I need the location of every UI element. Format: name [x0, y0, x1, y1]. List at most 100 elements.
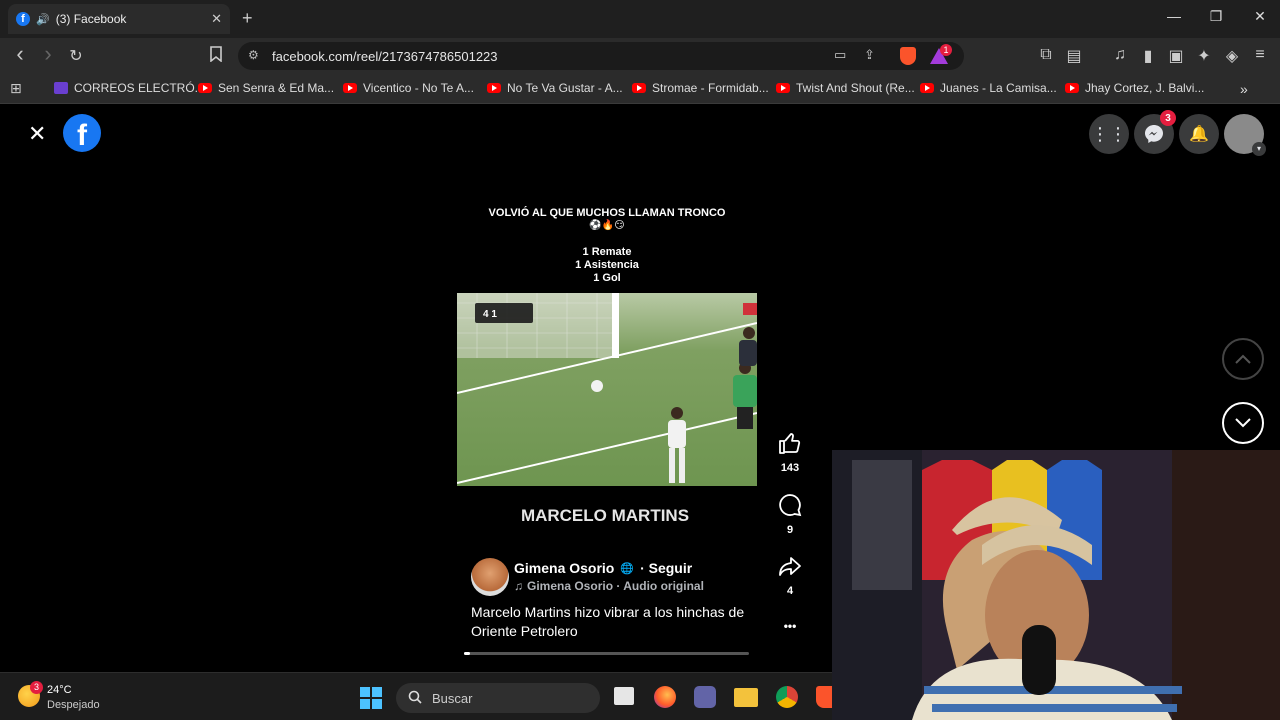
firefox-icon[interactable]	[654, 686, 676, 708]
window-close-button[interactable]: ✕	[1250, 8, 1270, 25]
reload-button[interactable]: ↻	[66, 46, 86, 66]
comment-button[interactable]: 9	[775, 493, 805, 536]
comment-icon	[779, 494, 802, 517]
browser-tab[interactable]: f 🔊 (3) Facebook ✕	[8, 4, 230, 34]
progress-track[interactable]	[464, 652, 749, 655]
teams-icon[interactable]	[694, 686, 716, 708]
player-name-title: MARCELO MARTINS	[520, 506, 690, 525]
youtube-icon	[1065, 83, 1079, 93]
bookmark-icon[interactable]	[206, 46, 226, 67]
next-reel-button[interactable]	[1222, 402, 1264, 444]
youtube-icon	[343, 83, 357, 93]
forward-button[interactable]: ›	[38, 41, 58, 67]
facebook-favicon-icon: f	[16, 12, 30, 26]
webcam-overlay	[832, 450, 1280, 720]
brave-taskbar-icon[interactable]	[816, 686, 832, 708]
apps-grid-icon[interactable]: ⊞	[10, 80, 22, 97]
url-text[interactable]: facebook.com/reel/2173674786501223	[272, 49, 498, 64]
back-button[interactable]: ‹	[10, 41, 30, 67]
streamer-webcam-image	[832, 450, 1280, 720]
bookmark-item[interactable]: Sen Senra & Ed Ma...	[198, 81, 334, 95]
progress-fill	[464, 652, 470, 655]
sidebar-icon[interactable]: ▮	[1138, 46, 1158, 66]
messenger-badge: 3	[1160, 110, 1176, 126]
list-icon	[54, 82, 68, 94]
windows-logo-icon	[360, 687, 370, 697]
rewards-badge: 1	[940, 44, 952, 56]
windows-taskbar: 3 24°C Despejado Buscar	[0, 672, 832, 720]
bookmark-item[interactable]: Jhay Cortez, J. Balvi...	[1065, 81, 1204, 95]
author-avatar[interactable]	[471, 558, 509, 596]
restore-button[interactable]: ❐	[1206, 8, 1226, 25]
vpn-icon[interactable]: ◈	[1222, 46, 1242, 66]
bookmark-label: Jhay Cortez, J. Balvi...	[1085, 81, 1205, 95]
new-tab-button[interactable]: +	[242, 8, 253, 29]
task-view-icon[interactable]	[614, 687, 634, 705]
youtube-icon	[487, 83, 501, 93]
author-row: Gimena Osorio 🌐 · Seguir	[514, 560, 692, 576]
windows-logo-tile	[372, 699, 382, 709]
minimize-button[interactable]: —	[1164, 8, 1184, 24]
reel-video[interactable]: 4 1	[457, 293, 757, 486]
bookmark-item[interactable]: Juanes - La Camisa...	[920, 81, 1057, 95]
previous-reel-button[interactable]	[1222, 338, 1264, 380]
grid-icon: ⋮⋮	[1091, 123, 1127, 144]
bookmark-item[interactable]: Twist And Shout (Re...	[776, 81, 915, 95]
bookmark-label: Sen Senra & Ed Ma...	[218, 81, 335, 95]
wallet-icon[interactable]: ▣	[1166, 46, 1186, 66]
profile-avatar[interactable]: ▾	[1224, 114, 1266, 156]
reel-caption: VOLVIÓ AL QUE MUCHOS LLAMAN TRONCO	[488, 207, 726, 219]
scoreboard: 4 1	[483, 309, 497, 320]
bookmark-label: Juanes - La Camisa...	[940, 81, 1057, 95]
bookmark-label: No Te Va Gustar - A...	[507, 81, 623, 95]
youtube-icon	[632, 83, 646, 93]
youtube-icon	[776, 83, 790, 93]
site-info-icon[interactable]: ⚙	[248, 48, 259, 62]
reader-icon[interactable]: ▤	[1064, 46, 1084, 66]
bookmark-item[interactable]: Stromae - Formidab...	[632, 81, 769, 95]
more-bookmarks-icon[interactable]: »	[1240, 81, 1248, 97]
close-reel-button[interactable]: ✕	[28, 121, 46, 147]
bookmark-item[interactable]: Vicentico - No Te A...	[343, 81, 474, 95]
tab-close-button[interactable]: ✕	[211, 11, 222, 27]
bookmark-item[interactable]: CORREOS ELECTRÓ...	[54, 81, 205, 95]
chevron-up-icon	[1235, 354, 1251, 364]
browser-titlebar: f 🔊 (3) Facebook ✕ + — ❐ ✕	[0, 0, 1280, 38]
stat-line: 1 Gol	[593, 272, 621, 284]
media-icon[interactable]: ♫	[1110, 46, 1130, 64]
more-options-button[interactable]: •••	[775, 619, 805, 633]
taskbar-search[interactable]: Buscar	[396, 683, 600, 713]
bookmark-label: CORREOS ELECTRÓ...	[74, 81, 205, 95]
author-name[interactable]: Gimena Osorio	[514, 560, 614, 576]
comment-count: 9	[786, 524, 794, 536]
bookmarks-bar: ⊞ CORREOS ELECTRÓ... Sen Senra & Ed Ma..…	[0, 74, 1280, 104]
share-arrow-icon	[779, 557, 801, 576]
weather-temp[interactable]: 24°C	[47, 684, 72, 696]
audio-label[interactable]: Gimena Osorio · Audio original	[527, 579, 704, 593]
menu-grid-button[interactable]: ⋮⋮	[1089, 114, 1129, 154]
menu-icon[interactable]: ≡	[1250, 46, 1270, 64]
bookmark-label: Vicentico - No Te A...	[363, 81, 474, 95]
facebook-logo-icon[interactable]: f	[63, 114, 101, 152]
cast-icon[interactable]: ▭	[834, 47, 846, 63]
bookmark-label: Stromae - Formidab...	[652, 81, 769, 95]
start-button[interactable]	[360, 687, 382, 709]
music-note-icon: ♫	[514, 579, 523, 593]
like-button[interactable]: 143	[775, 431, 805, 474]
share-icon[interactable]: ⇪	[864, 47, 875, 63]
thumbs-up-icon	[779, 433, 801, 454]
audio-row: ♫ Gimena Osorio · Audio original	[514, 579, 704, 593]
player-white	[668, 407, 686, 483]
bookmark-item[interactable]: No Te Va Gustar - A...	[487, 81, 623, 95]
notifications-button[interactable]: 🔔	[1179, 114, 1219, 154]
address-bar[interactable]: ⚙ facebook.com/reel/2173674786501223 ▭ ⇪	[238, 42, 964, 70]
share-button[interactable]: 4	[775, 554, 805, 597]
extensions-icon[interactable]: ⧉	[1036, 46, 1056, 64]
leo-ai-icon[interactable]: ✦	[1194, 46, 1214, 66]
chrome-icon[interactable]	[776, 686, 798, 708]
brave-shield-icon[interactable]	[900, 47, 916, 65]
stat-line: 1 Asistencia	[575, 259, 639, 271]
file-explorer-icon[interactable]	[734, 688, 758, 707]
weather-desc[interactable]: Despejado	[47, 699, 100, 711]
follow-link[interactable]: · Seguir	[640, 560, 692, 576]
